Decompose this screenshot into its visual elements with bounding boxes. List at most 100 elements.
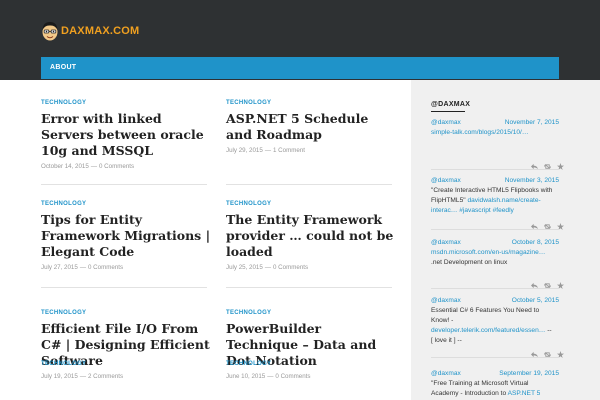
reply-icon[interactable] [531, 217, 538, 230]
tweet-text: "Create Interactive HTML5 Flipbooks with [431, 187, 553, 194]
post-card: TECHNOLOGY Efficient File I/O From C# | … [41, 310, 211, 380]
favorite-icon[interactable] [557, 345, 564, 358]
post-comments[interactable]: 0 Comments [88, 264, 123, 271]
post-card: TECHNOLOGY PowerBuilder Technique – Data… [226, 310, 396, 380]
post-date[interactable]: July 25, 2015 [226, 264, 263, 271]
post-category[interactable]: TECHNOLOGY [41, 100, 211, 106]
post-category[interactable]: TECHNOLOGY [226, 310, 396, 316]
tweet-text: -- [547, 327, 552, 334]
post-category[interactable]: TECHNOLOGY [226, 100, 396, 106]
meta-separator: — [264, 147, 271, 154]
post-card: TECHNOLOGY Error with linked Servers bet… [41, 100, 211, 170]
tweet-text: "Free Training at Microsoft Virtual [431, 380, 529, 387]
tweet: @daxmax October 8, 2015 msdn.microsoft.co… [431, 238, 559, 268]
reply-icon[interactable] [531, 276, 538, 289]
site-header: DAXMAX.COM ABOUT [0, 0, 600, 80]
post-divider [41, 287, 207, 288]
post-date[interactable]: July 29, 2015 [226, 147, 263, 154]
post-category[interactable]: TECHNOLOGY [226, 361, 396, 367]
tweet-date[interactable]: November 7, 2015 [505, 118, 559, 128]
post-title[interactable]: Tips for Entity Framework Migrations | E… [41, 212, 211, 260]
main-nav: ABOUT [41, 57, 559, 79]
post-title[interactable]: Error with linked Servers between oracle… [41, 111, 211, 159]
retweet-icon[interactable] [543, 345, 552, 357]
post-title[interactable]: ASP.NET 5 Schedule and Roadmap [226, 111, 396, 143]
tweet-handle[interactable]: @daxmax [431, 176, 461, 186]
post-category[interactable]: TECHNOLOGY [41, 310, 211, 316]
favorite-icon[interactable] [557, 217, 564, 230]
tweet-date[interactable]: October 8, 2015 [512, 238, 559, 248]
tweet-date[interactable]: November 3, 2015 [505, 176, 559, 186]
tweet-divider [431, 169, 559, 170]
reply-icon[interactable] [531, 157, 538, 170]
tweet-text: Academy - Introduction to [431, 390, 507, 397]
post-divider [226, 287, 392, 288]
retweet-icon[interactable] [543, 276, 552, 288]
tweet-link[interactable]: ASP.NET 5 [508, 390, 541, 397]
meta-separator: — [264, 264, 271, 271]
tweet-text: .net Development on linux [431, 259, 508, 266]
site-logo[interactable]: DAXMAX.COM [41, 18, 139, 44]
meta-separator: — [90, 163, 98, 170]
post-date[interactable]: July 19, 2015 [41, 373, 78, 380]
tweet-text: [ love it ] -- [431, 337, 462, 344]
post-meta: July 19, 2015—2 Comments [41, 373, 211, 380]
tweet-actions [531, 345, 600, 358]
post-category[interactable]: TECHNOLOGY [41, 361, 211, 367]
tweet-date[interactable]: October 5, 2015 [512, 296, 559, 306]
tweet-link[interactable]: msdn.microsoft.com/en-us/magazine… [431, 249, 545, 256]
tweet-text: FlipHTML5" [431, 197, 466, 204]
tweet-link[interactable]: davidwalsh.name/create- [467, 197, 540, 204]
post-meta: June 10, 2015—0 Comments [226, 373, 396, 380]
logo-text: DAXMAX.COM [61, 25, 140, 37]
logo-avatar-icon [41, 20, 59, 42]
tweet: @daxmax September 19, 2015 "Free Training… [431, 369, 559, 399]
tweet-actions [531, 276, 600, 289]
reply-icon[interactable] [531, 345, 538, 358]
tweet: @daxmax October 5, 2015 Essential C# 6 Fe… [431, 296, 559, 346]
meta-separator: — [79, 264, 86, 271]
tweet-hashtags[interactable]: #javascript #feedly [459, 207, 514, 214]
meta-separator: — [79, 373, 86, 380]
tweet-link[interactable]: developer.telerik.com/featured/essen… [431, 327, 545, 334]
post-comments[interactable]: 0 Comments [273, 264, 308, 271]
retweet-icon[interactable] [543, 217, 552, 229]
twitter-widget-title[interactable]: @DAXMAX [431, 101, 470, 108]
tweet-text: Essential C# 6 Features You Need to [431, 307, 540, 314]
tweet-handle[interactable]: @daxmax [431, 118, 461, 128]
post-meta: July 27, 2015—0 Comments [41, 264, 211, 271]
tweet-divider [431, 288, 559, 289]
tweet-divider [431, 229, 559, 230]
tweet-divider [431, 357, 559, 358]
tweet-actions [531, 157, 600, 170]
post-divider [226, 184, 392, 185]
nav-item-about[interactable]: ABOUT [50, 64, 76, 71]
post-comments[interactable]: 0 Comments [99, 163, 134, 170]
tweet: @daxmax November 7, 2015 simple-talk.com/… [431, 118, 559, 138]
tweet-link[interactable]: interac… [431, 207, 457, 214]
post-category[interactable]: TECHNOLOGY [41, 201, 211, 207]
post-date[interactable]: July 27, 2015 [41, 264, 78, 271]
favorite-icon[interactable] [557, 157, 564, 170]
post-meta: October 14, 2015—0 Comments [41, 163, 211, 170]
post-comments[interactable]: 2 Comments [88, 373, 123, 380]
meta-separator: — [267, 373, 274, 380]
tweet-date[interactable]: September 19, 2015 [499, 369, 559, 379]
post-category[interactable]: TECHNOLOGY [226, 201, 396, 207]
post-date[interactable]: June 10, 2015 [226, 373, 265, 380]
post-comments[interactable]: 1 Comment [273, 147, 305, 154]
tweet-handle[interactable]: @daxmax [431, 238, 461, 248]
retweet-icon[interactable] [543, 157, 552, 169]
post-title[interactable]: The Entity Framework provider … could no… [226, 212, 396, 260]
post-comments[interactable]: 0 Comments [275, 373, 310, 380]
tweet-actions [531, 217, 600, 230]
post-date[interactable]: October 14, 2015 [41, 163, 89, 170]
tweet-handle[interactable]: @daxmax [431, 296, 461, 306]
tweet-handle[interactable]: @daxmax [431, 369, 461, 379]
post-meta: July 25, 2015—0 Comments [226, 264, 396, 271]
post-card: TECHNOLOGY ASP.NET 5 Schedule and Roadma… [226, 100, 396, 154]
tweet-text: Know! - [431, 317, 454, 324]
tweet-link[interactable]: simple-talk.com/blogs/2015/10/… [431, 129, 529, 136]
favorite-icon[interactable] [557, 276, 564, 289]
tweet: @daxmax November 3, 2015 "Create Interact… [431, 176, 559, 216]
